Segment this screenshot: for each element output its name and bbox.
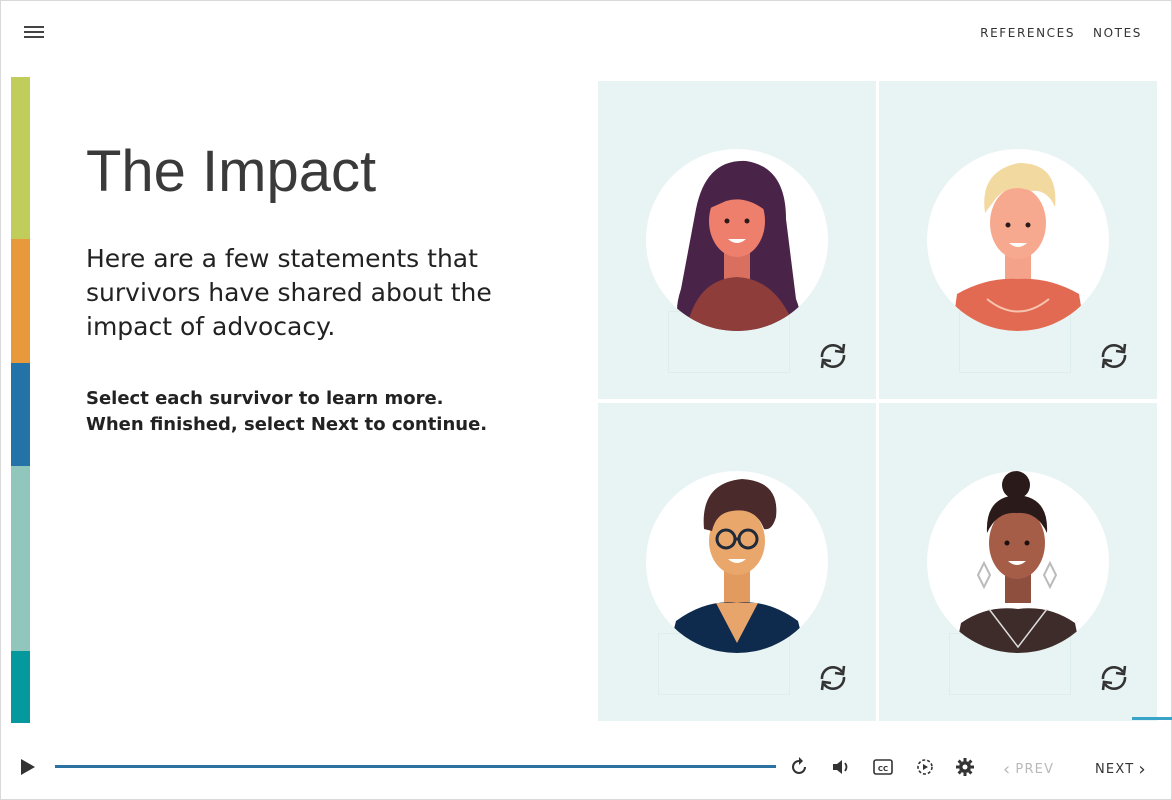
avatar bbox=[646, 149, 828, 331]
flip-icon bbox=[820, 665, 846, 691]
chevron-left-icon: ‹ bbox=[1003, 759, 1012, 780]
playback-speed-icon[interactable] bbox=[914, 756, 936, 778]
top-links: REFERENCES NOTES bbox=[980, 26, 1142, 40]
chevron-right-icon: › bbox=[1138, 759, 1147, 780]
instruction-line: Select each survivor to learn more. bbox=[86, 388, 444, 409]
survivor-card-1[interactable] bbox=[598, 81, 876, 399]
survivor-card-2[interactable] bbox=[879, 81, 1157, 399]
intro-text: Here are a few statements that survivors… bbox=[86, 244, 492, 341]
hamburger-menu-icon[interactable] bbox=[24, 26, 44, 40]
avatar bbox=[646, 471, 828, 653]
flip-icon bbox=[820, 343, 846, 369]
prev-label: PREV bbox=[1015, 762, 1055, 777]
stripe-segment bbox=[11, 77, 30, 239]
prev-button[interactable]: ‹ PREV bbox=[1003, 759, 1054, 780]
flip-icon bbox=[1101, 665, 1127, 691]
flip-icon bbox=[1101, 343, 1127, 369]
stripe-segment bbox=[11, 651, 30, 723]
survivor-card-3[interactable] bbox=[598, 403, 876, 721]
survivor-grid bbox=[598, 81, 1158, 721]
svg-text:CC: CC bbox=[878, 765, 888, 773]
seek-bar[interactable] bbox=[55, 765, 776, 768]
accent-line bbox=[1132, 717, 1172, 720]
instructions: Select each survivor to learn more. When… bbox=[86, 386, 487, 438]
stripe-segment bbox=[11, 363, 30, 466]
avatar-woman-bun bbox=[955, 471, 1081, 653]
stripe-segment bbox=[11, 239, 30, 363]
volume-icon[interactable] bbox=[830, 756, 852, 778]
references-button[interactable]: REFERENCES bbox=[980, 26, 1075, 40]
next-button[interactable]: NEXT › bbox=[1095, 759, 1147, 780]
survivor-card-4[interactable] bbox=[879, 403, 1157, 721]
next-label: NEXT bbox=[1095, 762, 1135, 777]
avatar bbox=[927, 471, 1109, 653]
avatar-woman-long-hair bbox=[677, 160, 800, 331]
settings-gear-icon[interactable] bbox=[954, 756, 976, 778]
avatar bbox=[927, 149, 1109, 331]
slide-title: The Impact bbox=[86, 139, 377, 204]
stripe-segment bbox=[11, 466, 30, 651]
play-icon[interactable] bbox=[18, 756, 38, 778]
instruction-line: When finished, select Next to continue. bbox=[86, 414, 488, 435]
replay-icon[interactable] bbox=[788, 756, 810, 778]
color-stripe bbox=[11, 77, 30, 723]
closed-captions-icon[interactable]: CC bbox=[872, 756, 894, 778]
notes-button[interactable]: NOTES bbox=[1093, 26, 1142, 40]
avatar-man-blond-hair bbox=[952, 163, 1085, 331]
avatar-person-glasses bbox=[668, 479, 806, 653]
